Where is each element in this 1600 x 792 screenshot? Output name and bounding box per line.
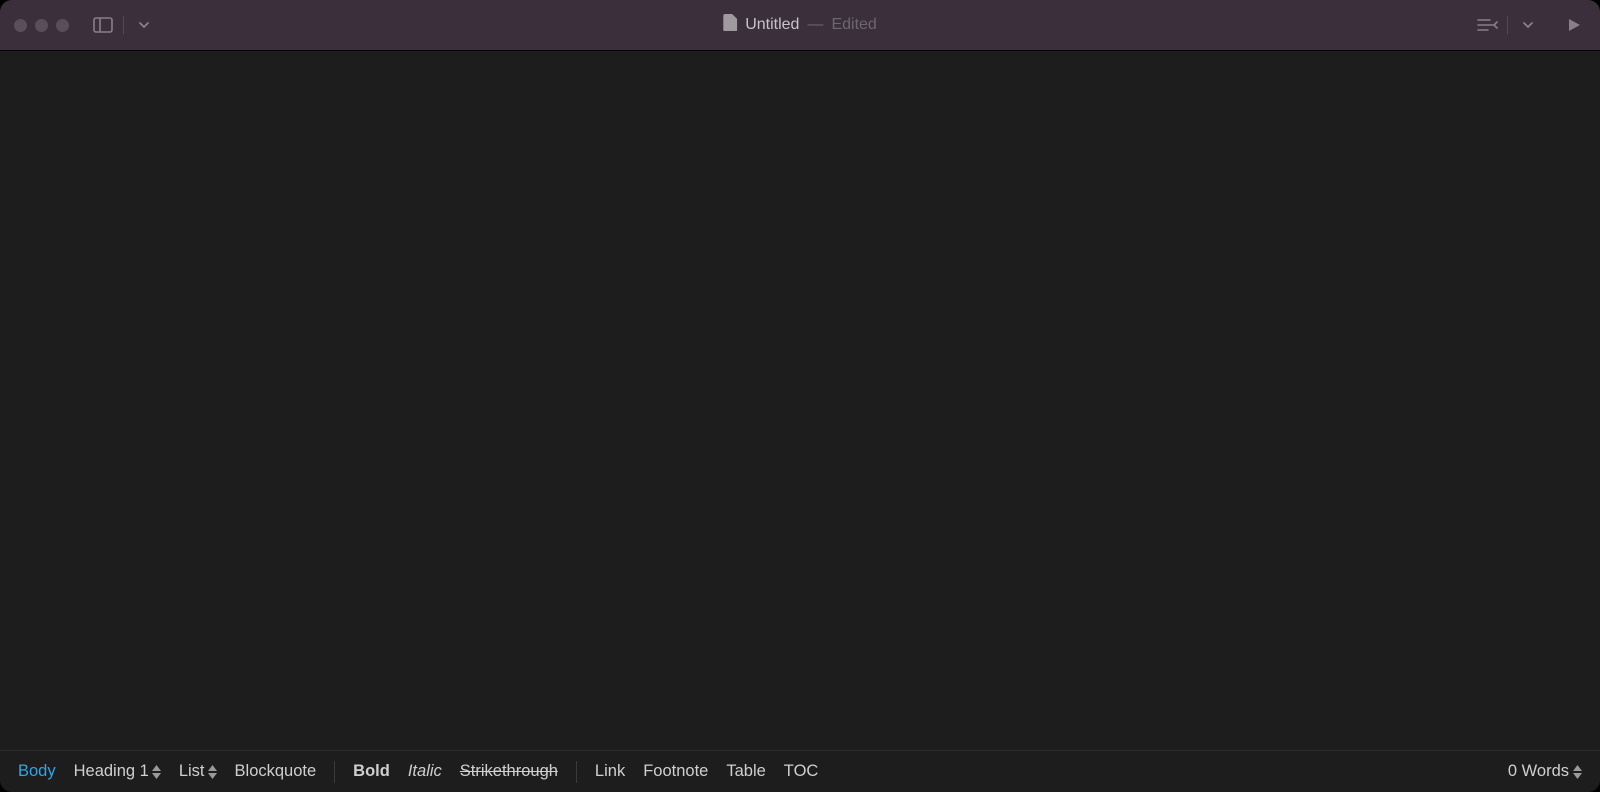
outline-icon	[1476, 17, 1498, 33]
format-toolbar: Body Heading 1 List Blockquote	[0, 750, 1600, 792]
titlebar-right-controls	[1475, 13, 1586, 37]
app-window: Untitled — Edited	[0, 0, 1600, 792]
style-list-button[interactable]: List	[179, 762, 217, 781]
play-button[interactable]	[1562, 13, 1586, 37]
outline-button[interactable]	[1475, 13, 1499, 37]
stepper-icon	[152, 765, 161, 779]
stepper-icon	[208, 765, 217, 779]
toc-button[interactable]: TOC	[784, 762, 819, 781]
separator	[576, 761, 577, 783]
close-window-button[interactable]	[14, 19, 27, 32]
block-style-group: Body Heading 1 List Blockquote	[18, 762, 316, 781]
italic-label: Italic	[408, 762, 442, 781]
bold-button[interactable]: Bold	[353, 762, 390, 781]
separator	[334, 761, 335, 783]
word-count-label: 0 Words	[1508, 762, 1569, 781]
style-list-label: List	[179, 762, 205, 781]
word-count-button[interactable]: 0 Words	[1508, 762, 1582, 781]
strikethrough-label: Strikethrough	[460, 762, 558, 781]
table-button[interactable]: Table	[726, 762, 765, 781]
table-label: Table	[726, 762, 765, 781]
style-body-button[interactable]: Body	[18, 762, 56, 781]
chevron-down-icon	[138, 19, 150, 31]
titlebar-left-controls	[91, 13, 156, 37]
sidebar-toggle-button[interactable]	[91, 13, 115, 37]
sidebar-dropdown-button[interactable]	[132, 13, 156, 37]
separator	[123, 16, 124, 34]
document-title: Untitled	[745, 16, 799, 34]
outline-dropdown-button[interactable]	[1516, 13, 1540, 37]
editor-canvas[interactable]	[0, 50, 1600, 750]
link-button[interactable]: Link	[595, 762, 625, 781]
document-icon	[723, 14, 737, 36]
toc-label: TOC	[784, 762, 819, 781]
style-blockquote-label: Blockquote	[235, 762, 317, 781]
italic-button[interactable]: Italic	[408, 762, 442, 781]
inline-style-group: Bold Italic Strikethrough	[353, 762, 558, 781]
stepper-icon	[1573, 765, 1582, 779]
titlebar: Untitled — Edited	[0, 0, 1600, 50]
title-dash: —	[807, 16, 823, 34]
sidebar-icon	[93, 17, 113, 33]
insert-group: Link Footnote Table TOC	[595, 762, 818, 781]
minimize-window-button[interactable]	[35, 19, 48, 32]
chevron-down-icon	[1522, 19, 1534, 31]
style-heading-button[interactable]: Heading 1	[74, 762, 161, 781]
style-heading-label: Heading 1	[74, 762, 149, 781]
link-label: Link	[595, 762, 625, 781]
style-body-label: Body	[18, 762, 56, 781]
style-blockquote-button[interactable]: Blockquote	[235, 762, 317, 781]
strikethrough-button[interactable]: Strikethrough	[460, 762, 558, 781]
title-area[interactable]: Untitled — Edited	[723, 14, 877, 36]
window-controls	[14, 19, 69, 32]
footnote-label: Footnote	[643, 762, 708, 781]
zoom-window-button[interactable]	[56, 19, 69, 32]
document-status: Edited	[831, 16, 876, 34]
separator	[1507, 16, 1508, 34]
bold-label: Bold	[353, 762, 390, 781]
footnote-button[interactable]: Footnote	[643, 762, 708, 781]
play-icon	[1567, 18, 1581, 32]
